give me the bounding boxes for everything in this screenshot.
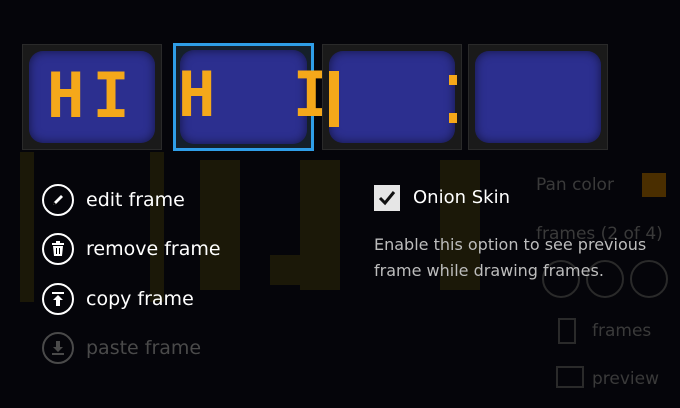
preview-tab-label[interactable]: preview bbox=[592, 369, 659, 389]
frame-pixel bbox=[449, 113, 457, 123]
frame-screen bbox=[475, 51, 601, 143]
onion-skin-checkbox[interactable] bbox=[374, 185, 400, 211]
frame-screen: H I bbox=[178, 50, 330, 144]
copy-frame-button[interactable]: copy frame bbox=[42, 281, 194, 317]
pencil-icon bbox=[42, 184, 74, 216]
checkmark-icon bbox=[378, 191, 396, 206]
preview-tv-icon bbox=[556, 366, 584, 388]
background-canvas-pixel bbox=[150, 152, 164, 302]
upload-icon bbox=[42, 283, 74, 315]
background-canvas-pixel bbox=[200, 160, 240, 290]
remove-frame-label: remove frame bbox=[86, 238, 221, 260]
pan-color-label: Pan color bbox=[536, 175, 614, 195]
frame-thumbnail-3[interactable] bbox=[322, 44, 462, 150]
frames-tab-label[interactable]: frames bbox=[592, 321, 651, 341]
onion-skin-description: Enable this option to see previous frame… bbox=[374, 235, 647, 280]
frame-screen bbox=[329, 51, 457, 143]
onion-skin-label: Onion Skin bbox=[413, 187, 510, 208]
frame-thumbnail-4[interactable] bbox=[468, 44, 608, 150]
download-icon bbox=[42, 332, 74, 364]
copy-frame-label: copy frame bbox=[86, 288, 194, 310]
remove-frame-button[interactable]: remove frame bbox=[42, 231, 221, 267]
background-canvas-pixel bbox=[300, 160, 340, 290]
frames-icon bbox=[558, 318, 576, 344]
frame-pixel bbox=[449, 75, 457, 85]
frame-content: HI bbox=[47, 59, 138, 132]
paste-frame-button[interactable]: paste frame bbox=[42, 330, 201, 366]
edit-frame-label: edit frame bbox=[86, 189, 185, 211]
frame-thumbnail-1[interactable]: HI bbox=[22, 44, 162, 150]
paste-frame-label: paste frame bbox=[86, 337, 202, 359]
frame-pixel bbox=[329, 71, 339, 127]
frame-screen: HI bbox=[29, 51, 155, 143]
pan-color-swatch[interactable] bbox=[642, 173, 666, 197]
trash-icon bbox=[42, 233, 74, 265]
background-canvas-pixel bbox=[20, 152, 34, 302]
frame-thumbnail-2-selected[interactable]: H I bbox=[173, 43, 330, 151]
edit-frame-button[interactable]: edit frame bbox=[42, 182, 185, 218]
